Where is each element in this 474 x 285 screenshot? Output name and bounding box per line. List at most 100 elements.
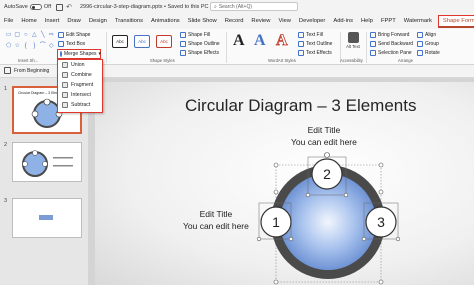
intersect-icon [62, 92, 68, 98]
shape-icon[interactable]: ○ [22, 32, 30, 42]
menu-item-subtract[interactable]: Subtract [58, 100, 102, 110]
shape-icon[interactable]: ⬠ [5, 43, 13, 53]
alt-text-button[interactable]: Alt Text [344, 32, 362, 56]
thumbnail-logo [39, 215, 53, 220]
align-button[interactable]: Align [417, 32, 436, 38]
group-label-wordart: WordArt Styles [268, 58, 296, 63]
slide-thumbnail-3[interactable] [12, 198, 82, 238]
undo-icon[interactable]: ↶ [66, 3, 72, 11]
shape-icon[interactable]: ⌒ [39, 43, 47, 53]
chevron-down-icon: ▾ [98, 51, 102, 57]
style-swatch-3[interactable]: Abc [156, 35, 172, 48]
tab-draw[interactable]: Draw [63, 14, 85, 29]
rotate-label: Rotate [425, 50, 440, 56]
selection-pane-button[interactable]: Selection Pane [370, 50, 412, 56]
tab-fppt[interactable]: FPPT [377, 14, 400, 29]
group-label-insert-shapes: Insert Sh... [18, 58, 39, 63]
edit-shape-label: Edit Shape [66, 32, 91, 38]
autosave-toggle[interactable] [29, 4, 42, 10]
group-icon [417, 41, 423, 47]
edit-shape-button[interactable]: Edit Shape [58, 32, 90, 38]
shape-effects-button[interactable]: Shape Effects [180, 50, 219, 56]
wordart-style-1[interactable]: A [233, 32, 245, 50]
document-name: 2996-circular-3-step-diagram.pptx • Save… [79, 4, 209, 10]
node-2-number: 2 [323, 166, 331, 182]
tab-transitions[interactable]: Transitions [111, 14, 147, 29]
search-placeholder: Search (Alt+Q) [218, 3, 253, 10]
ribbon-tabs: File Home Insert Draw Design Transitions… [0, 14, 474, 29]
powerpoint-window: AutoSave Off ↶ 2996-circular-3-step-diag… [0, 0, 474, 285]
tab-record[interactable]: Record [221, 14, 248, 29]
tab-slide-show[interactable]: Slide Show [184, 14, 221, 29]
search-icon: ⌕ [214, 3, 217, 10]
shape-icon[interactable]: ⇨ [48, 32, 56, 42]
menu-item-intersect[interactable]: Intersect [58, 90, 102, 100]
tab-review[interactable]: Review [247, 14, 274, 29]
text-fill-icon [298, 32, 304, 38]
merge-shapes-button[interactable]: Merge Shapes ▾ [57, 49, 101, 59]
shape-icon[interactable]: { [22, 43, 30, 53]
tab-home[interactable]: Home [17, 14, 40, 29]
text-outline-button[interactable]: Text Outline [298, 41, 332, 47]
tab-animations[interactable]: Animations [147, 14, 184, 29]
menu-item-fragment[interactable]: Fragment [58, 80, 102, 90]
tab-watermark[interactable]: Watermark [400, 14, 436, 29]
shape-effects-label: Shape Effects [188, 50, 220, 56]
shape-icon[interactable]: ☆ [14, 43, 22, 53]
pen-icon [180, 41, 186, 47]
rotate-handle[interactable] [324, 152, 330, 158]
shape-icon[interactable]: } [31, 43, 39, 53]
tab-shape-format[interactable]: Shape Format [437, 15, 474, 28]
tab-design[interactable]: Design [85, 14, 111, 29]
send-backward-button[interactable]: Send Backward [370, 41, 413, 47]
shapes-gallery[interactable]: ▭ ▢ ○ △ ╲ ⇨ ⬠ ☆{} ⌒ ◇ [5, 32, 55, 52]
shape-icon[interactable]: ╲ [39, 32, 47, 42]
wordart-style-3[interactable]: A [276, 32, 288, 50]
tab-file[interactable]: File [0, 14, 17, 29]
ribbon-divider [366, 32, 367, 63]
autosave-state: Off [43, 4, 52, 10]
from-beginning-label: From Beginning [14, 67, 50, 74]
style-swatch-2[interactable]: Abc [134, 35, 150, 48]
menu-item-label: Union [71, 62, 85, 68]
shape-icon[interactable]: ▢ [14, 32, 22, 42]
menu-item-combine[interactable]: Combine [58, 70, 102, 80]
slide-canvas[interactable]: Circular Diagram – 3 Elements Edit Title… [95, 82, 474, 285]
tab-add-ins[interactable]: Add-ins [329, 14, 357, 29]
node-3-number: 3 [377, 214, 385, 230]
save-icon[interactable] [56, 3, 64, 11]
title-bar: AutoSave Off ↶ 2996-circular-3-step-diag… [0, 0, 474, 14]
shape-fill-label: Shape Fill [188, 32, 211, 38]
shape-icon[interactable]: △ [31, 32, 39, 42]
group-button[interactable]: Group [417, 41, 439, 47]
fragment-icon [62, 82, 68, 88]
group-label-accessibility: Accessibility [340, 58, 363, 63]
circular-diagram[interactable]: 2 1 3 [95, 82, 474, 285]
autosave-label: AutoSave [4, 4, 28, 10]
tab-insert[interactable]: Insert [41, 14, 64, 29]
bring-forward-button[interactable]: Bring Forward [370, 32, 409, 38]
ribbon-divider [106, 32, 107, 63]
text-box-button[interactable]: Text Box [58, 41, 85, 47]
send-backward-label: Send Backward [378, 41, 414, 47]
rotate-button[interactable]: Rotate [417, 50, 440, 56]
union-icon [62, 62, 68, 68]
selection-pane-label: Selection Pane [378, 50, 412, 56]
shape-icon[interactable]: ▭ [5, 32, 13, 42]
from-beginning-button[interactable]: From Beginning [4, 67, 49, 74]
autosave-control[interactable]: AutoSave Off [4, 4, 51, 10]
style-swatch-1[interactable]: Abc [112, 35, 128, 48]
tab-help[interactable]: Help [357, 14, 377, 29]
tab-developer[interactable]: Developer [295, 14, 329, 29]
search-input[interactable]: ⌕ Search (Alt+Q) [210, 2, 298, 11]
shape-fill-button[interactable]: Shape Fill [180, 32, 210, 38]
menu-item-union[interactable]: Union [58, 60, 102, 70]
slide-thumbnail-2[interactable] [12, 142, 82, 182]
text-fill-button[interactable]: Text Fill [298, 32, 323, 38]
tab-view[interactable]: View [274, 14, 294, 29]
wordart-style-2[interactable]: A [254, 32, 266, 50]
shape-icon[interactable]: ◇ [48, 43, 56, 53]
shape-outline-button[interactable]: Shape Outline [180, 41, 220, 47]
effects-icon [180, 50, 186, 56]
text-effects-button[interactable]: Text Effects [298, 50, 332, 56]
